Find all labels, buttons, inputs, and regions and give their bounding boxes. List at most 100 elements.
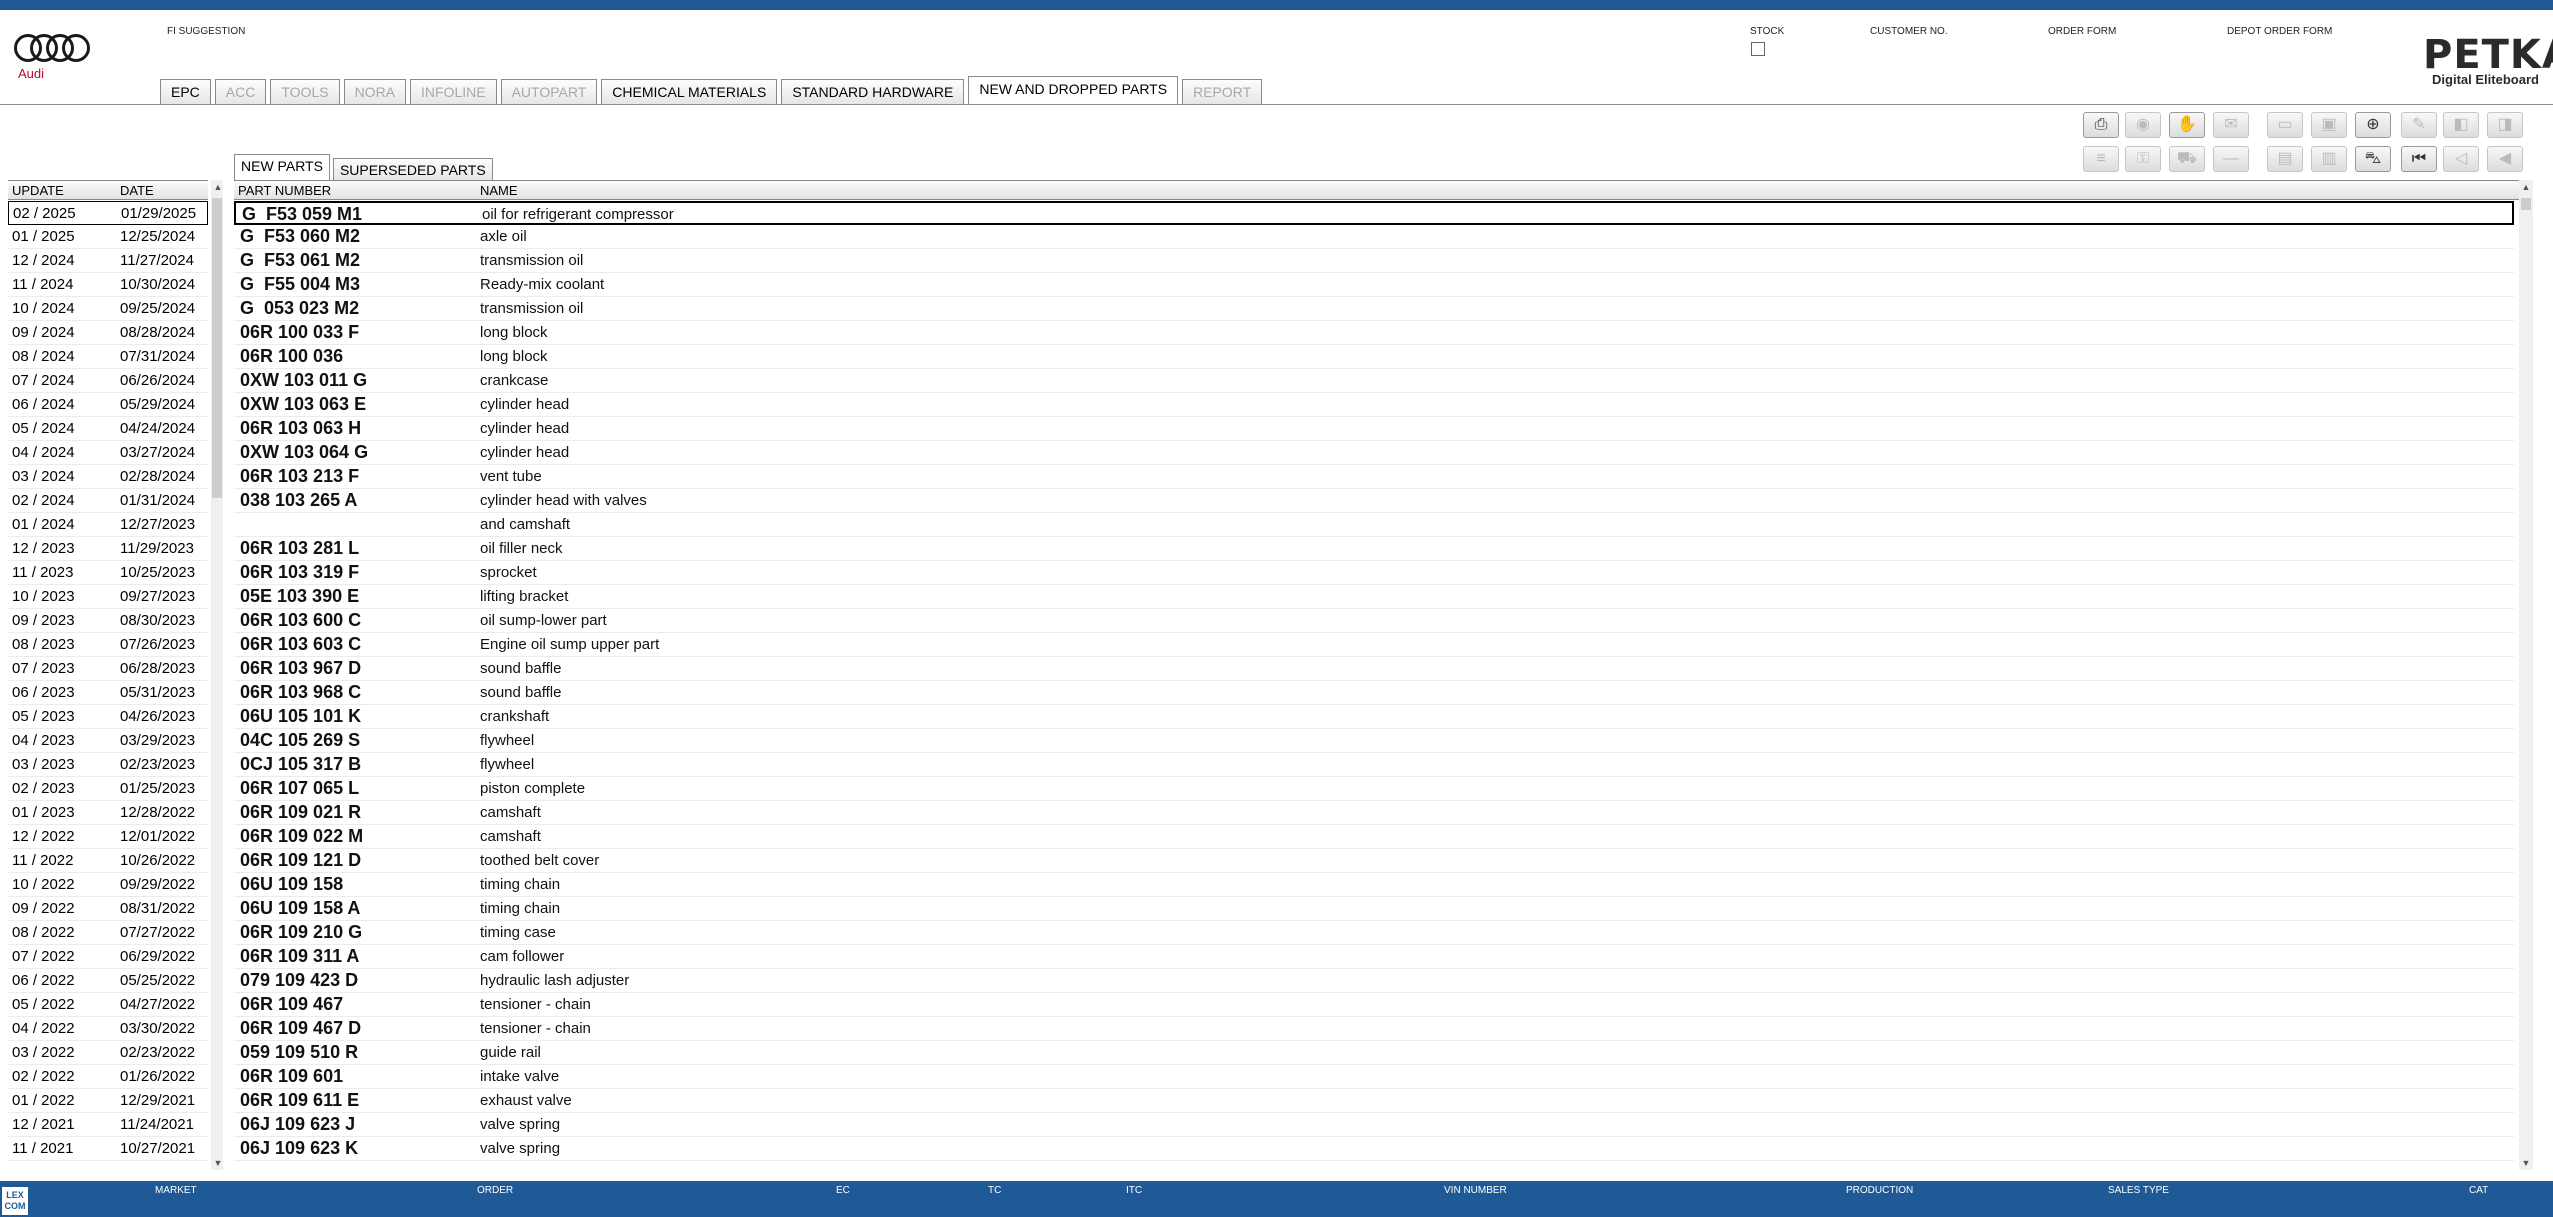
update-list-item[interactable]: 11 / 2024 10/30/2024	[8, 273, 208, 297]
update-list-item[interactable]: 01 / 2025 12/25/2024	[8, 225, 208, 249]
update-list-item[interactable]: 01 / 2023 12/28/2022	[8, 801, 208, 825]
disc-icon[interactable]: ◉	[2125, 112, 2161, 138]
monitor-icon[interactable]: ▣	[2311, 112, 2347, 138]
table-row[interactable]: 06R 103 319 F sprocket	[234, 561, 2514, 585]
cart-list-icon[interactable]: ▥	[2311, 146, 2347, 172]
update-list-item[interactable]: 01 / 2022 12/29/2021	[8, 1089, 208, 1113]
table-row[interactable]: G F53 059 M1 oil for refrigerant compress…	[234, 201, 2514, 225]
update-list-item[interactable]: 12 / 2022 12/01/2022	[8, 825, 208, 849]
update-list-item[interactable]: 12 / 2023 11/29/2023	[8, 537, 208, 561]
table-row[interactable]: 06R 103 600 C oil sump-lower part	[234, 609, 2514, 633]
update-list-item[interactable]: 10 / 2023 09/27/2023	[8, 585, 208, 609]
table-row[interactable]: 038 103 265 A cylinder head with valves	[234, 489, 2514, 513]
update-list-item[interactable]: 03 / 2023 02/23/2023	[8, 753, 208, 777]
update-list-item[interactable]: 02 / 2022 01/26/2022	[8, 1065, 208, 1089]
table-row[interactable]: 0CJ 105 317 B flywheel	[234, 753, 2514, 777]
tab-new-and-dropped-parts[interactable]: NEW AND DROPPED PARTS	[968, 76, 1179, 104]
table-row[interactable]: and camshaft	[234, 513, 2514, 537]
update-list-scrollbar[interactable]: ▲ ▼	[211, 180, 223, 1170]
table-row[interactable]: 0XW 103 011 G crankcase	[234, 369, 2514, 393]
scrollbar-thumb[interactable]	[2521, 198, 2531, 210]
update-list-item[interactable]: 08 / 2024 07/31/2024	[8, 345, 208, 369]
update-list-item[interactable]: 05 / 2023 04/26/2023	[8, 705, 208, 729]
cart-add-icon[interactable]: ⊕	[2355, 112, 2391, 138]
update-list-item[interactable]: 09 / 2024 08/28/2024	[8, 321, 208, 345]
page-forward-icon[interactable]: ◨	[2487, 112, 2523, 138]
update-list-item[interactable]: 09 / 2023 08/30/2023	[8, 609, 208, 633]
tab-epc[interactable]: EPC	[160, 79, 211, 104]
update-list-item[interactable]: 07 / 2022 06/29/2022	[8, 945, 208, 969]
update-list-item[interactable]: 03 / 2024 02/28/2024	[8, 465, 208, 489]
table-row[interactable]: 06R 107 065 L piston complete	[234, 777, 2514, 801]
update-list-item[interactable]: 12 / 2024 11/27/2024	[8, 249, 208, 273]
table-row[interactable]: 06R 100 033 F long block	[234, 321, 2514, 345]
page-back-icon[interactable]: ◧	[2443, 112, 2479, 138]
table-row[interactable]: 06R 109 467 D tensioner - chain	[234, 1017, 2514, 1041]
table-row[interactable]: 079 109 423 D hydraulic lash adjuster	[234, 969, 2514, 993]
update-column-header[interactable]: UPDATE	[12, 183, 64, 198]
table-row[interactable]: 0XW 103 063 E cylinder head	[234, 393, 2514, 417]
update-list-item[interactable]: 08 / 2022 07/27/2022	[8, 921, 208, 945]
table-row[interactable]: 06J 109 623 J valve spring	[234, 1113, 2514, 1137]
table-row[interactable]: 06U 109 158 A timing chain	[234, 897, 2514, 921]
scroll-down-icon[interactable]: ▼	[211, 1156, 225, 1170]
tab-superseded-parts[interactable]: SUPERSEDED PARTS	[332, 158, 493, 180]
update-list-item[interactable]: 11 / 2021 10/27/2021	[8, 1137, 208, 1161]
hands-icon[interactable]: ✋	[2169, 112, 2205, 138]
update-list-item[interactable]: 04 / 2022 03/30/2022	[8, 1017, 208, 1041]
table-row[interactable]: 06J 109 623 K valve spring	[234, 1137, 2514, 1161]
first-icon[interactable]: ⏮	[2401, 146, 2437, 172]
update-list-item[interactable]: 07 / 2023 06/28/2023	[8, 657, 208, 681]
table-row[interactable]: 06R 103 967 D sound baffle	[234, 657, 2514, 681]
update-list-item[interactable]: 04 / 2024 03/27/2024	[8, 441, 208, 465]
table-row[interactable]: 06R 109 467 tensioner - chain	[234, 993, 2514, 1017]
table-row[interactable]: 06R 103 213 F vent tube	[234, 465, 2514, 489]
date-column-header[interactable]: DATE	[120, 183, 154, 198]
update-list-item[interactable]: 05 / 2024 04/24/2024	[8, 417, 208, 441]
display-icon[interactable]: ▭	[2267, 112, 2303, 138]
update-list-item[interactable]: 11 / 2022 10/26/2022	[8, 849, 208, 873]
table-row[interactable]: 059 109 510 R guide rail	[234, 1041, 2514, 1065]
key-icon[interactable]: ⚿	[2125, 146, 2161, 172]
update-list-item[interactable]: 01 / 2024 12/27/2023	[8, 513, 208, 537]
list-icon[interactable]: ≡	[2083, 146, 2119, 172]
table-row[interactable]: 06R 103 063 H cylinder head	[234, 417, 2514, 441]
update-list-item[interactable]: 02 / 2024 01/31/2024	[8, 489, 208, 513]
tab-standard-hardware[interactable]: STANDARD HARDWARE	[781, 79, 965, 104]
update-list-item[interactable]: 12 / 2021 11/24/2021	[8, 1113, 208, 1137]
table-row[interactable]: G F55 004 M3 Ready-mix coolant	[234, 273, 2514, 297]
table-row[interactable]: G F53 061 M2 transmission oil	[234, 249, 2514, 273]
part-number-column-header[interactable]: PART NUMBER	[238, 183, 331, 198]
scroll-down-icon[interactable]: ▼	[2519, 1156, 2533, 1170]
table-row[interactable]: 06R 109 022 M camshaft	[234, 825, 2514, 849]
car-icon[interactable]: ⛟	[2169, 146, 2205, 172]
table-row[interactable]: 0XW 103 064 G cylinder head	[234, 441, 2514, 465]
cart-icon[interactable]: ⛍	[2355, 146, 2391, 172]
update-list-item[interactable]: 10 / 2024 09/25/2024	[8, 297, 208, 321]
update-list-item[interactable]: 03 / 2022 02/23/2022	[8, 1041, 208, 1065]
table-row[interactable]: 06R 103 603 C Engine oil sump upper part	[234, 633, 2514, 657]
scroll-up-icon[interactable]: ▲	[2519, 180, 2533, 194]
table-row[interactable]: 06R 109 121 D toothed belt cover	[234, 849, 2514, 873]
update-list-item[interactable]: 05 / 2022 04/27/2022	[8, 993, 208, 1017]
table-row[interactable]: 06R 109 021 R camshaft	[234, 801, 2514, 825]
tab-chemical-materials[interactable]: CHEMICAL MATERIALS	[601, 79, 778, 104]
table-row[interactable]: 06R 109 601 intake valve	[234, 1065, 2514, 1089]
scrollbar-thumb[interactable]	[212, 198, 222, 498]
update-list-item[interactable]: 08 / 2023 07/26/2023	[8, 633, 208, 657]
stock-checkbox[interactable]	[1751, 42, 1765, 56]
table-row[interactable]: 06R 109 611 E exhaust valve	[234, 1089, 2514, 1113]
update-list-item[interactable]: 06 / 2023 05/31/2023	[8, 681, 208, 705]
name-column-header[interactable]: NAME	[480, 183, 518, 198]
update-list-item[interactable]: 02 / 2023 01/25/2023	[8, 777, 208, 801]
update-list-item[interactable]: 11 / 2023 10/25/2023	[8, 561, 208, 585]
table-row[interactable]: 06R 103 281 L oil filler neck	[234, 537, 2514, 561]
pin-icon[interactable]: ✎	[2401, 112, 2437, 138]
parts-table-scrollbar[interactable]: ▲ ▼	[2519, 180, 2533, 1170]
update-list-item[interactable]: 04 / 2023 03/29/2023	[8, 729, 208, 753]
table-row[interactable]: 05E 103 390 E lifting bracket	[234, 585, 2514, 609]
table-row[interactable]: 06R 109 210 G timing case	[234, 921, 2514, 945]
scroll-up-icon[interactable]: ▲	[211, 180, 225, 194]
table-row[interactable]: G 053 023 M2 transmission oil	[234, 297, 2514, 321]
update-list-item[interactable]: 06 / 2022 05/25/2022	[8, 969, 208, 993]
